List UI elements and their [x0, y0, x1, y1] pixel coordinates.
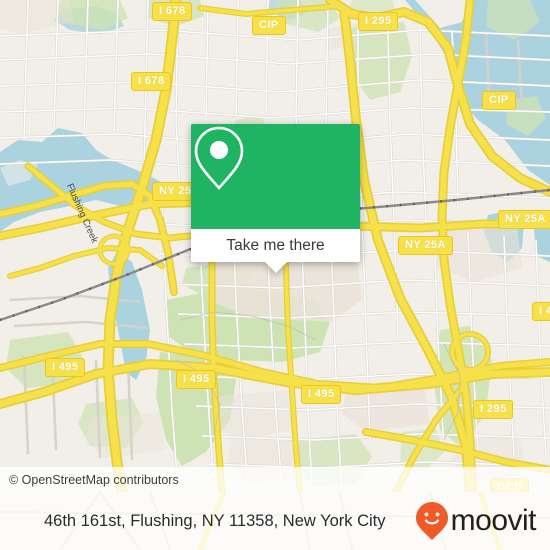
map-canvas[interactable]: I 678 CIP I 295 I 678 CIP NY 25A NY 25A …: [0, 0, 550, 492]
moovit-logo[interactable]: moovit: [415, 501, 550, 541]
road-shield: I 678: [131, 72, 172, 91]
road-shield: NY 25A: [398, 236, 453, 255]
moovit-wordmark: moovit: [450, 504, 537, 537]
road-shield: I 295: [358, 12, 399, 31]
map-pin-icon: [194, 126, 244, 190]
take-me-there-label: Take me there: [226, 236, 325, 254]
road-shield: I 4: [532, 302, 550, 321]
footer-bar: 46th 161st, Flushing, NY 11358, New York…: [0, 492, 550, 550]
road-shield: I 678: [152, 2, 193, 21]
popup-header: [191, 124, 360, 229]
popup-action-bar[interactable]: Take me there: [191, 229, 360, 262]
address-label: 46th 161st, Flushing, NY 11358, New York…: [44, 511, 386, 530]
road-shield: NY 25A: [498, 210, 550, 229]
road-shield: CIP: [252, 16, 286, 35]
location-popup-card[interactable]: Take me there: [191, 124, 360, 273]
road-shield: I 495: [301, 385, 342, 404]
map-attribution: © OpenStreetMap contributors: [0, 467, 550, 492]
map-screenshot: I 678 CIP I 295 I 678 CIP NY 25A NY 25A …: [0, 0, 550, 550]
road-shield: I 495: [176, 370, 217, 389]
road-shield: CIP: [482, 91, 516, 110]
attribution-text[interactable]: © OpenStreetMap contributors: [0, 473, 179, 487]
popup-pointer: [264, 262, 287, 273]
moovit-pin-icon: [415, 502, 448, 540]
road-shield: I 295: [473, 400, 514, 419]
road-shield: I 495: [45, 358, 86, 377]
